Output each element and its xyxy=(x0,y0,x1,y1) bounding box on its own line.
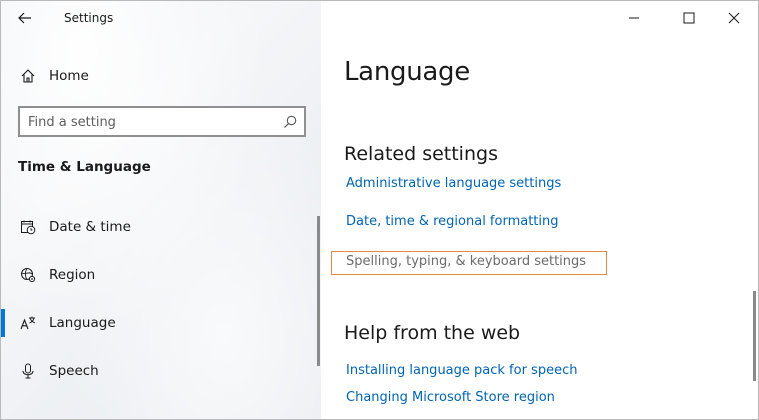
home-icon xyxy=(19,67,37,85)
link-changing-store-region[interactable]: Changing Microsoft Store region xyxy=(346,390,555,405)
main-scrollbar[interactable] xyxy=(753,291,756,381)
minimize-icon xyxy=(629,17,639,19)
section-title: Time & Language xyxy=(18,159,151,175)
search-icon[interactable] xyxy=(282,114,298,130)
sidebar-item-label: Speech xyxy=(49,363,99,379)
help-from-web-title: Help from the web xyxy=(344,322,521,344)
page-title: Language xyxy=(344,57,470,87)
sidebar-item-label: Language xyxy=(49,315,116,331)
close-button[interactable] xyxy=(711,1,757,35)
search-input[interactable] xyxy=(28,112,273,132)
search-box[interactable] xyxy=(18,106,306,137)
link-date-time-regional-formatting[interactable]: Date, time & regional formatting xyxy=(346,214,559,229)
sidebar-item-date-time[interactable]: Date & time xyxy=(1,209,321,245)
calendar-clock-icon xyxy=(19,218,37,236)
sidebar: Settings Home Time & Language xyxy=(1,1,321,419)
maximize-button[interactable] xyxy=(666,1,712,35)
link-spelling-typing-keyboard-settings[interactable]: Spelling, typing, & keyboard settings xyxy=(331,251,607,275)
maximize-icon xyxy=(683,12,695,24)
app-title: Settings xyxy=(64,11,114,25)
back-button[interactable] xyxy=(11,5,39,31)
link-administrative-language-settings[interactable]: Administrative language settings xyxy=(346,176,561,191)
sidebar-item-region[interactable]: Region xyxy=(1,257,321,293)
nav-home-label: Home xyxy=(49,68,89,84)
minimize-button[interactable] xyxy=(611,1,657,35)
sidebar-item-label: Region xyxy=(49,267,96,283)
link-installing-language-pack[interactable]: Installing language pack for speech xyxy=(346,363,577,378)
sidebar-scrollbar[interactable] xyxy=(317,216,320,366)
globe-gear-icon xyxy=(19,266,37,284)
sidebar-item-label: Date & time xyxy=(49,219,131,235)
sidebar-item-speech[interactable]: Speech xyxy=(1,353,321,389)
main-pane: Language Related settings Administrative… xyxy=(321,1,758,419)
nav-home[interactable]: Home xyxy=(1,61,321,91)
language-icon xyxy=(19,314,37,332)
microphone-icon xyxy=(19,362,37,380)
close-icon xyxy=(728,12,740,24)
back-arrow-icon xyxy=(18,12,31,24)
related-settings-title: Related settings xyxy=(344,143,498,165)
selection-indicator xyxy=(1,309,5,337)
sidebar-item-language[interactable]: Language xyxy=(1,305,321,341)
settings-window: Settings Home Time & Language xyxy=(0,0,759,420)
